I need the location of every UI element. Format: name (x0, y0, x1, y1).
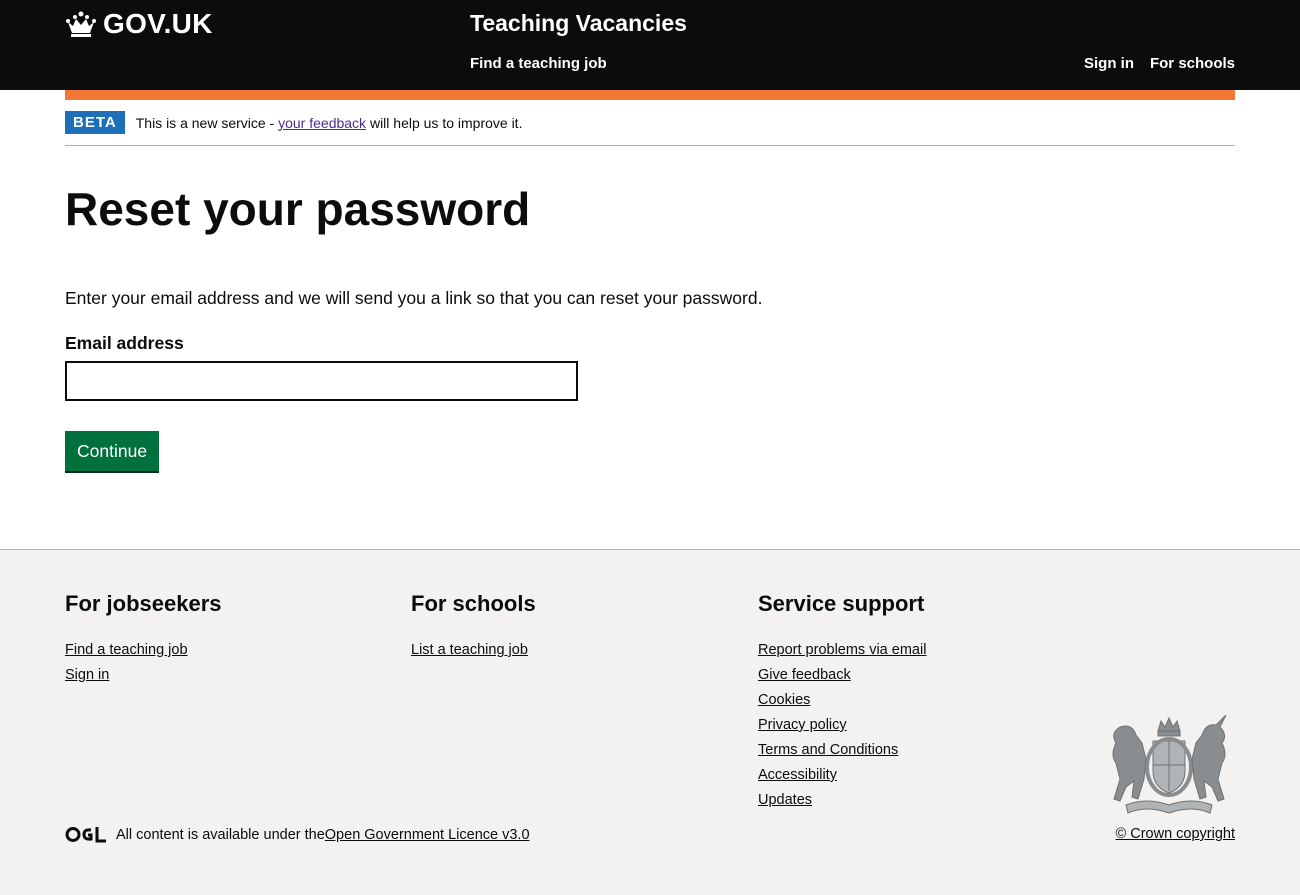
nav-sign-in[interactable]: Sign in (1084, 55, 1134, 72)
footer-link-report-problems[interactable]: Report problems via email (758, 642, 926, 658)
continue-button[interactable]: Continue (65, 431, 160, 471)
email-label: Email address (65, 333, 184, 353)
crown-icon (66, 11, 96, 37)
ogl-logo (65, 827, 106, 843)
page-title: Reset your password (65, 183, 531, 235)
footer-support: Service support Report problems via emai… (758, 591, 926, 813)
footer-link-terms[interactable]: Terms and Conditions (758, 742, 898, 758)
footer-heading-jobseekers: For jobseekers (65, 591, 222, 616)
footer-schools: For schools List a teaching job (411, 591, 536, 663)
intro-text: Enter your email address and we will sen… (65, 288, 763, 308)
header-nav-right: Sign in For schools (1084, 55, 1235, 72)
footer-link-accessibility[interactable]: Accessibility (758, 767, 837, 783)
phase-banner-text: This is a new service - your feedback wi… (136, 115, 523, 131)
nav-for-schools[interactable]: For schools (1150, 55, 1235, 72)
ogl-licence-link[interactable]: Open Government Licence v3.0 (325, 827, 530, 843)
footer-link-updates[interactable]: Updates (758, 792, 812, 808)
licence-text: All content is available under the (116, 826, 325, 843)
site-footer: For jobseekers Find a teaching job Sign … (0, 549, 1300, 895)
crown-copyright: © Crown copyright (1116, 826, 1235, 842)
phase-text-before: This is a new service - (135, 114, 279, 131)
footer-heading-support: Service support (758, 591, 925, 616)
service-name-link[interactable]: Teaching Vacancies (470, 10, 687, 37)
feedback-link[interactable]: your feedback (278, 115, 366, 131)
footer-link-privacy[interactable]: Privacy policy (758, 717, 847, 733)
licence-statement: All content is available under the Open … (65, 826, 530, 843)
footer-link-sign-in[interactable]: Sign in (65, 667, 109, 683)
email-field[interactable] (65, 361, 578, 401)
phase-banner: BETA This is a new service - your feedba… (65, 100, 1235, 146)
footer-jobseekers: For jobseekers Find a teaching job Sign … (65, 591, 222, 688)
beta-tag: BETA (65, 111, 125, 134)
site-header: GOV.UK Teaching Vacancies Find a teachin… (0, 0, 1300, 90)
footer-link-list-job[interactable]: List a teaching job (411, 642, 528, 658)
royal-coat-of-arms (1112, 714, 1227, 814)
footer-link-find-job[interactable]: Find a teaching job (65, 642, 188, 658)
logo-text: GOV.UK (103, 8, 213, 39)
crown-copyright-link[interactable]: © Crown copyright (1116, 826, 1235, 842)
phase-text-after: will help us to improve it. (366, 114, 523, 131)
govuk-logo-link[interactable]: GOV.UK (65, 8, 213, 40)
header-accent-bar (65, 90, 1235, 100)
footer-link-give-feedback[interactable]: Give feedback (758, 667, 851, 683)
footer-link-cookies[interactable]: Cookies (758, 692, 810, 708)
nav-find-teaching-job[interactable]: Find a teaching job (470, 55, 607, 72)
footer-heading-schools: For schools (411, 591, 536, 616)
